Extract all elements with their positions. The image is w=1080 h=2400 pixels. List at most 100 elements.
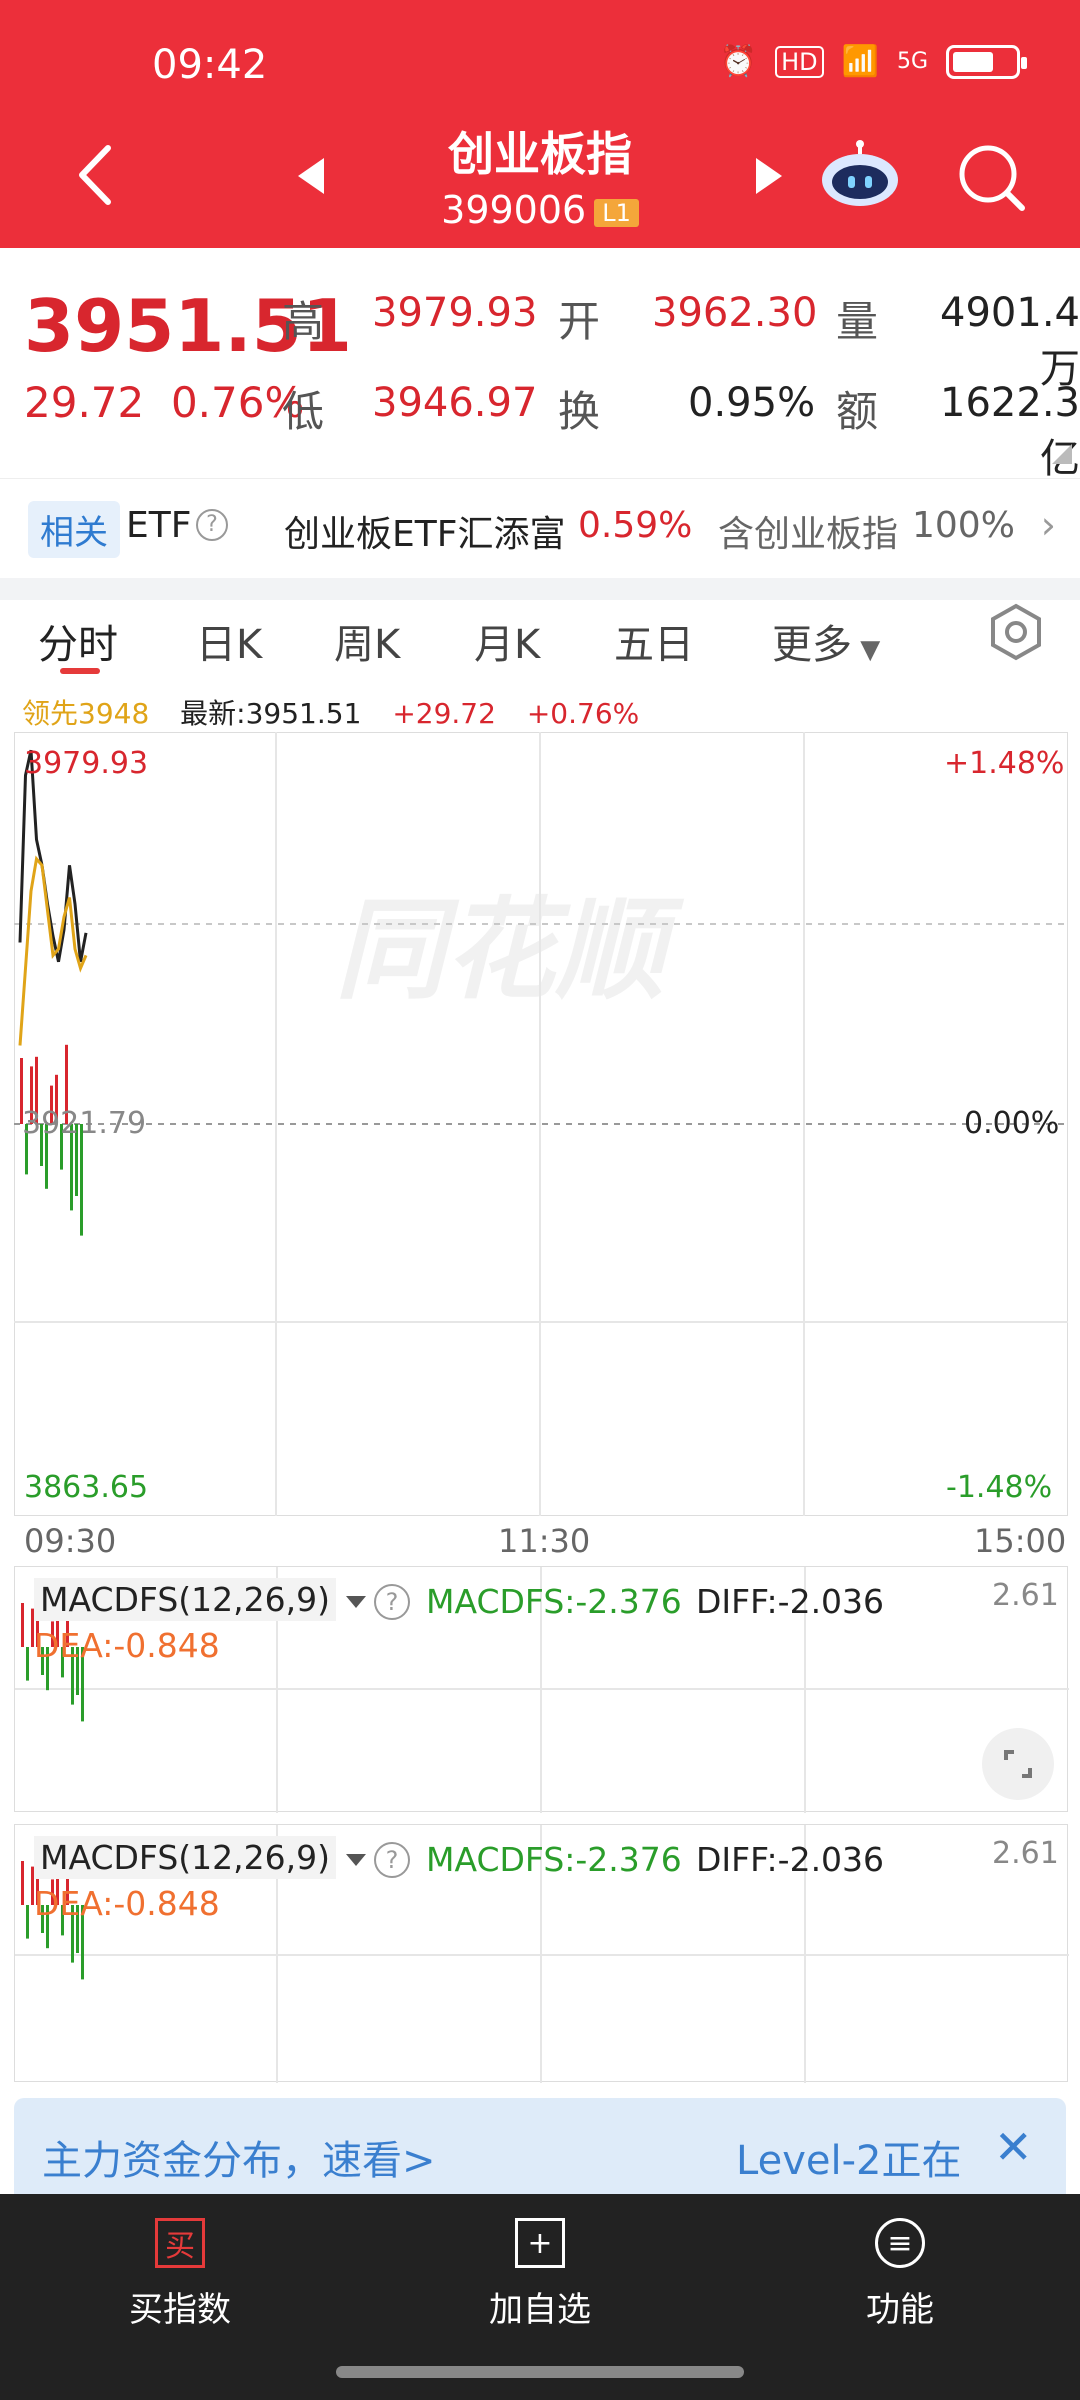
price-line xyxy=(18,749,88,963)
tab-five-day[interactable]: 五日 xyxy=(614,612,694,670)
functions-label: 功能 xyxy=(866,2290,934,2330)
banner-right-text: Level-2正在 xyxy=(736,2138,962,2184)
time-end-label: 15:00 xyxy=(974,1522,1067,1560)
bottom-pct-label: -1.48% xyxy=(946,1470,1053,1505)
5g-signal-icon: 5G xyxy=(896,49,928,74)
buy-icon: 买 xyxy=(155,2218,205,2268)
hd-icon: HD xyxy=(775,45,824,78)
wifi-icon: 📶 xyxy=(841,44,879,79)
tab-weekly-k[interactable]: 周K xyxy=(334,612,400,670)
dea-value: DEA:-0.848 xyxy=(34,1884,220,1923)
robot-assistant-icon[interactable] xyxy=(820,140,900,210)
top-price-label: 3979.93 xyxy=(24,746,149,781)
latest-percent: +0.76% xyxy=(526,697,640,730)
app-header: 09:42 ⏰ HD 📶 5G 创业板指 399006 L1 xyxy=(0,0,1080,248)
latest-value: 最新:3951.51 xyxy=(180,697,362,730)
buy-index-label: 买指数 xyxy=(129,2290,231,2330)
caret-down-icon: ▼ xyxy=(852,635,881,665)
time-start-label: 09:30 xyxy=(24,1522,117,1560)
battery-icon xyxy=(946,44,1027,79)
low-value: 3946.97 xyxy=(372,380,538,426)
volume-label: 量 xyxy=(836,297,879,346)
macd-selector-label: MACDFS(12,26,9) xyxy=(34,1836,336,1879)
prev-index-button[interactable] xyxy=(298,158,324,194)
expand-quote-icon[interactable] xyxy=(1052,444,1072,464)
lead-value: 领先3948 xyxy=(22,697,150,730)
next-index-button[interactable] xyxy=(756,158,782,194)
macd-bar xyxy=(21,1861,24,1905)
intraday-chart[interactable] xyxy=(14,732,1068,1516)
amount-label: 额 xyxy=(836,387,879,436)
open-value: 3962.30 xyxy=(652,290,818,336)
open-label: 开 xyxy=(558,297,601,346)
high-label: 高 xyxy=(282,297,325,346)
help-icon[interactable]: ? xyxy=(374,1842,410,1878)
macd-bar xyxy=(26,1647,29,1681)
buy-index-button[interactable]: 买 买指数 xyxy=(80,2218,280,2331)
high-value: 3979.93 xyxy=(372,290,538,336)
tab-more-label: 更多 xyxy=(772,622,852,668)
macd-selector-2[interactable]: MACDFS(12,26,9) xyxy=(34,1836,366,1879)
search-icon[interactable] xyxy=(954,140,1030,216)
etf-percent: 0.59% xyxy=(578,505,693,546)
bottom-price-label: 3863.65 xyxy=(24,1470,149,1505)
time-mid-label: 11:30 xyxy=(498,1522,591,1560)
macd-max-value: 2.61 xyxy=(992,1836,1059,1871)
macdfs-value: MACDFS:-2.376 xyxy=(426,1840,682,1879)
level-badge: L1 xyxy=(594,198,639,227)
add-watchlist-label: 加自选 xyxy=(489,2290,591,2330)
close-icon[interactable]: ✕ xyxy=(994,2120,1033,2174)
turnover-label: 换 xyxy=(558,387,601,436)
tab-intraday[interactable]: 分时 xyxy=(38,612,118,670)
price-change: 29.72 0.76% xyxy=(24,378,304,427)
turnover-value: 0.95% xyxy=(688,380,816,426)
mid-price-label: 3921.79 xyxy=(22,1106,147,1141)
macd-bar xyxy=(26,1905,29,1939)
chart-info-line: 领先3948 最新:3951.51 +29.72 +0.76% xyxy=(22,692,661,732)
promo-banner[interactable]: 主力资金分布，速看> Level-2正在 ✕ xyxy=(14,2098,1066,2206)
back-arrow-icon[interactable] xyxy=(70,140,120,210)
macd-max-value: 2.61 xyxy=(992,1578,1059,1613)
etf-contains: 含创业板指 xyxy=(718,514,899,555)
related-etf-row[interactable]: 相关 ETF ? 创业板ETF汇添富 0.59% 含创业板指 100% › xyxy=(0,478,1080,578)
section-divider xyxy=(0,578,1080,600)
banner-left-text[interactable]: 主力资金分布，速看> xyxy=(42,2128,436,2186)
etf-name: 创业板ETF汇添富 xyxy=(284,514,566,555)
caret-down-icon xyxy=(345,1853,366,1866)
macdfs-value: MACDFS:-2.376 xyxy=(426,1582,682,1621)
active-tab-indicator xyxy=(60,668,100,674)
mid-pct-label: 0.00% xyxy=(964,1106,1060,1141)
lead-line xyxy=(18,855,88,1046)
index-code-text: 399006 xyxy=(441,188,587,232)
home-indicator[interactable] xyxy=(336,2366,744,2378)
tab-daily-k[interactable]: 日K xyxy=(196,612,262,670)
macd-bar xyxy=(21,1603,24,1647)
tab-monthly-k[interactable]: 月K xyxy=(474,612,540,670)
chevron-right-icon: › xyxy=(1040,503,1056,547)
macd-selector-1[interactable]: MACDFS(12,26,9) xyxy=(34,1578,366,1621)
macd-selector-label: MACDFS(12,26,9) xyxy=(34,1578,336,1621)
page-title: 创业板指 xyxy=(448,127,632,181)
dea-value: DEA:-0.848 xyxy=(34,1626,220,1665)
functions-button[interactable]: ≡ 功能 xyxy=(800,2218,1000,2331)
help-icon[interactable]: ? xyxy=(196,509,228,541)
help-icon[interactable]: ? xyxy=(374,1584,410,1620)
amount-value: 1622.3亿 xyxy=(940,380,1080,482)
fullscreen-icon[interactable] xyxy=(982,1728,1054,1800)
chart-settings-icon[interactable] xyxy=(986,602,1046,662)
change-value: 29.72 xyxy=(24,378,145,427)
tab-more[interactable]: 更多 ▼ xyxy=(772,612,880,670)
top-pct-label: +1.48% xyxy=(944,746,1065,781)
alarm-icon: ⏰ xyxy=(719,44,758,79)
quote-panel: 3951.51 29.72 0.76% 高 3979.93 低 3946.97 … xyxy=(0,248,1080,482)
diff-value: DIFF:-2.036 xyxy=(696,1582,885,1621)
add-watchlist-button[interactable]: + 加自选 xyxy=(440,2218,640,2331)
diff-value: DIFF:-2.036 xyxy=(696,1840,885,1879)
related-tag: 相关 xyxy=(28,501,120,558)
etf-label: ETF xyxy=(126,505,192,546)
low-label: 低 xyxy=(282,387,325,436)
chart-tabs: 分时 日K 周K 月K 五日 更多 ▼ xyxy=(0,600,1080,680)
status-time: 09:42 xyxy=(152,42,268,88)
index-code: 399006 L1 xyxy=(380,188,700,232)
add-icon: + xyxy=(515,2218,565,2268)
